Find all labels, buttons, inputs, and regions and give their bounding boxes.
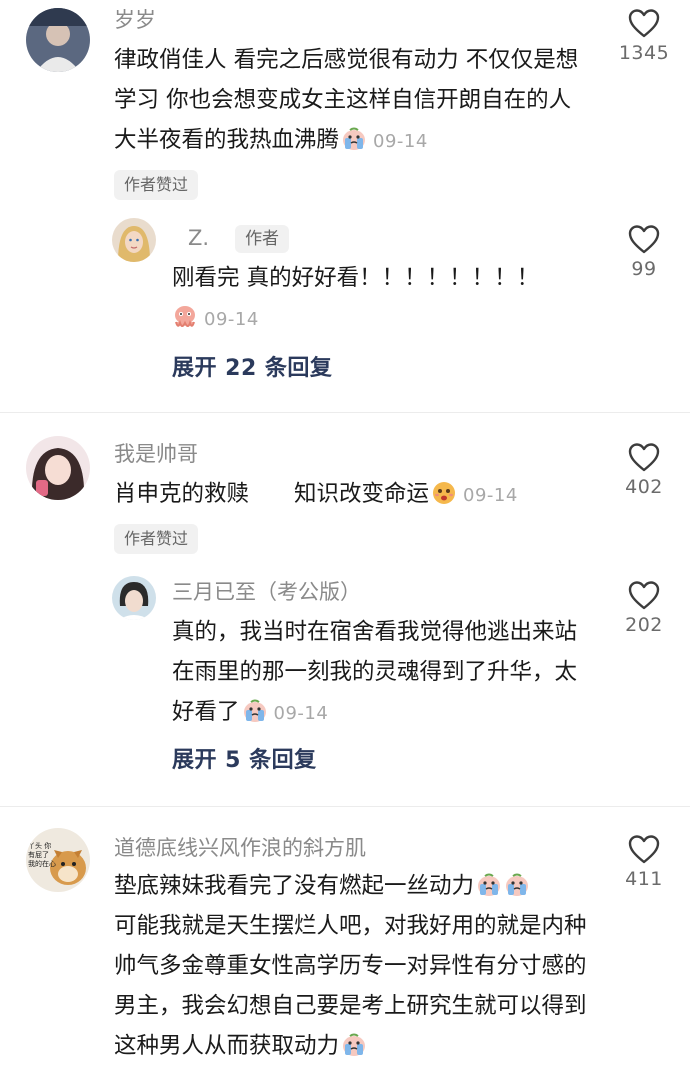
- divider: [0, 412, 690, 413]
- reply-username[interactable]: 三月已至（考公版）: [172, 578, 361, 606]
- comment-body: 肖申克的救赎 知识改变命运: [114, 481, 430, 507]
- reply-username-text[interactable]: Z.: [188, 226, 209, 250]
- heart-outline-icon: [628, 224, 660, 254]
- author-liked-badge: 作者赞过: [114, 524, 199, 554]
- username[interactable]: 我是帅哥: [114, 440, 198, 468]
- like-button[interactable]: 411: [604, 834, 684, 890]
- crying-emoji-icon: [341, 1032, 367, 1058]
- crying-emoji-icon: [341, 126, 367, 152]
- comment-body: 垫底辣妹我看完了没有燃起一丝动力: [114, 873, 475, 899]
- reply-like-button[interactable]: 99: [604, 224, 684, 280]
- crying-emoji-icon: [242, 698, 268, 724]
- reply-avatar[interactable]: [112, 576, 156, 620]
- heart-outline-icon: [628, 834, 660, 864]
- avatar[interactable]: [26, 8, 90, 72]
- crying-emoji-icon: [504, 872, 530, 898]
- reply-body: 真的，我当时在宿舍看我觉得他逃出来站在雨里的那一刻我的灵魂得到了升华，太好看了: [172, 619, 578, 725]
- author-liked-badge: 作者赞过: [114, 170, 199, 200]
- like-button[interactable]: 402: [604, 442, 684, 498]
- expand-replies-link[interactable]: 展开 5 条回复: [172, 742, 317, 774]
- like-count: 402: [625, 476, 663, 498]
- reply-body: 刚看完 真的好好看！！！！！！！！: [172, 265, 540, 291]
- like-count: 411: [625, 868, 663, 890]
- comment-date: 09-14: [373, 131, 428, 152]
- reply-like-button[interactable]: 202: [604, 580, 684, 636]
- expand-replies-link[interactable]: 展开 22 条回复: [172, 350, 332, 382]
- like-count: 1345: [618, 42, 670, 64]
- divider: [0, 806, 690, 807]
- comment-text: 律政俏佳人 看完之后感觉很有动力 不仅仅是想学习 你也会想变成女主这样自信开朗自…: [114, 40, 594, 162]
- reply-date: 09-14: [273, 703, 329, 724]
- reply-avatar[interactable]: [112, 218, 156, 262]
- heart-outline-icon: [628, 580, 660, 610]
- heart-outline-icon: [628, 442, 660, 472]
- face-emoji-icon: [431, 480, 457, 506]
- reply-username: Z. 作者: [188, 224, 290, 253]
- reply-text: 刚看完 真的好好看！！！！！！！！ 09-14: [172, 258, 592, 340]
- like-count: 99: [631, 258, 657, 280]
- comment-text: 肖申克的救赎 知识改变命运 09-14: [114, 474, 594, 516]
- reply-date: 09-14: [204, 309, 259, 330]
- username[interactable]: 岁岁: [114, 6, 156, 34]
- octopus-emoji-icon: [172, 304, 198, 330]
- like-count: 202: [625, 614, 663, 636]
- author-tag: 作者: [235, 225, 290, 253]
- avatar[interactable]: 丫头 你有屁了 我的在心: [26, 828, 90, 892]
- heart-outline-icon: [628, 8, 660, 38]
- crying-emoji-icon: [476, 872, 502, 898]
- comment-text: 垫底辣妹我看完了没有燃起一丝动力 可能我就是天生摆烂人吧，对我好用的就是内种帅气…: [114, 866, 598, 1066]
- reply-text: 真的，我当时在宿舍看我觉得他逃出来站在雨里的那一刻我的灵魂得到了升华，太好看了 0…: [172, 612, 592, 734]
- like-button[interactable]: 1345: [604, 8, 684, 64]
- username[interactable]: 道德底线兴风作浪的斜方肌: [114, 834, 366, 862]
- avatar-caption: 丫头 你有屁了 我的在心: [28, 842, 56, 868]
- avatar[interactable]: [26, 436, 90, 500]
- comment-date: 09-14: [463, 485, 518, 506]
